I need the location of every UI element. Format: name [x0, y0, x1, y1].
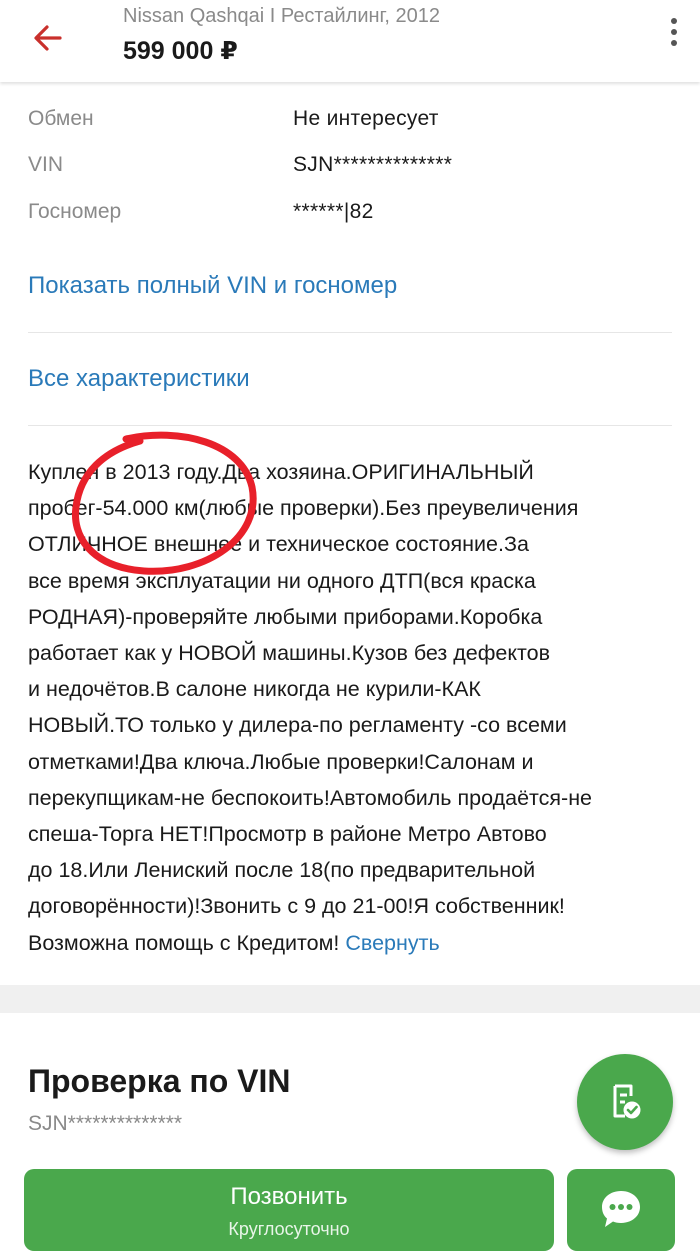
call-button-label: Позвонить — [230, 1183, 348, 1210]
description-line: отметками!Два ключа.Любые проверки!Салон… — [28, 749, 534, 774]
description-line: работает как у НОВОЙ машины.Кузов без де… — [28, 641, 551, 666]
spec-value-plate: ******|82 — [293, 200, 374, 223]
description-text: Куплен в 2013 году.Два хозяина.ОРИГИНАЛЬ… — [28, 454, 668, 961]
call-button[interactable]: Позвонить Круглосуточно — [24, 1169, 554, 1251]
divider — [28, 425, 672, 426]
spec-value-exchange: Не интересует — [293, 107, 439, 130]
all-specs-link[interactable]: Все характеристики — [28, 365, 250, 393]
spec-label-vin: VIN — [28, 153, 64, 176]
section-separator — [0, 985, 700, 1013]
description-line: договорённости)!Звонить с 9 до 21-00!Я с… — [28, 894, 565, 919]
report-check-button[interactable] — [577, 1054, 673, 1150]
spec-label-plate: Госномер — [28, 200, 122, 223]
divider — [28, 332, 672, 333]
call-button-subtitle: Круглосуточно — [228, 1219, 350, 1239]
vin-check-number: SJN************** — [28, 1112, 183, 1135]
description-line: и недочётов.В салоне никогда не курили-К… — [28, 677, 481, 702]
chat-bubble-icon — [602, 1191, 640, 1227]
spec-value-vin: SJN************** — [293, 153, 453, 176]
collapse-link[interactable]: Свернуть — [345, 931, 439, 955]
description-line: НОВЫЙ.ТО только у дилера-по регламенту -… — [28, 713, 567, 738]
report-check-icon — [613, 1084, 641, 1119]
spec-label-exchange: Обмен — [28, 107, 94, 130]
description-line: ОТЛИЧНОЕ внешнее и техническое состояние… — [28, 532, 529, 557]
listing-price: 599 000 ₽ — [123, 37, 238, 65]
back-arrow-icon[interactable] — [30, 20, 66, 56]
top-bar: Nissan Qashqai I Рестайлинг, 2012 599 00… — [0, 0, 700, 82]
description-line: пробег-54.000 км(любые проверки).Без пре… — [28, 496, 579, 521]
description-line: перекупщикам-не беспокоить!Автомобиль пр… — [28, 785, 593, 810]
description-line: все время эксплуатации ни одного ДТП(вся… — [28, 568, 536, 593]
description-line: Возможна помощь с Кредитом! — [28, 930, 340, 955]
vin-check-title: Проверка по VIN — [28, 1063, 291, 1099]
description-line: РОДНАЯ)-проверяйте любыми приборами.Коро… — [28, 604, 543, 629]
description-line: Куплен в 2013 году.Два хозяина.ОРИГИНАЛЬ… — [28, 460, 534, 484]
chat-button[interactable] — [567, 1169, 675, 1251]
listing-subtitle: Nissan Qashqai I Рестайлинг, 2012 — [123, 5, 441, 27]
description-line: до 18.Или Лениский после 18(по предварит… — [28, 858, 536, 883]
description-line: спеша-Торга НЕТ!Просмотр в районе Метро … — [28, 822, 547, 847]
show-full-vin-link[interactable]: Показать полный VIN и госномер — [28, 272, 397, 300]
description-last-line: Возможна помощь с Кредитом! Свернуть — [28, 925, 668, 961]
more-vertical-icon[interactable] — [662, 18, 686, 52]
